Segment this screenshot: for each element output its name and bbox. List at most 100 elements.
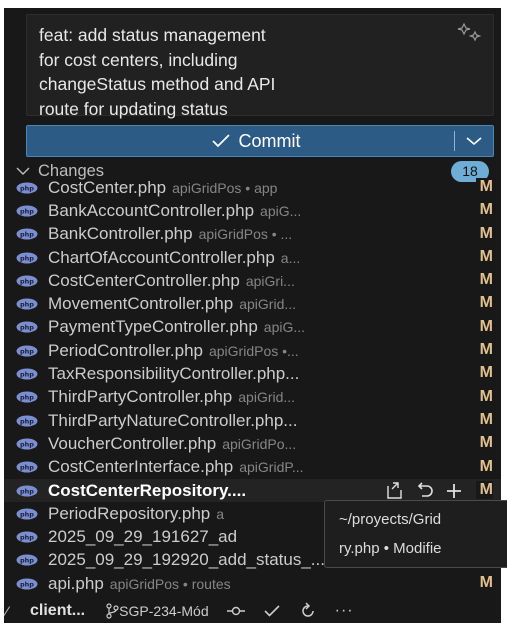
svg-text:php: php <box>20 231 34 239</box>
svg-text:php: php <box>20 277 34 285</box>
modified-status: M <box>475 364 493 383</box>
file-name: BankAccountController.php <box>48 200 255 220</box>
file-name: MovementController.php <box>48 294 234 314</box>
changed-file-row[interactable]: php VoucherController.php apiGridPo... M <box>4 432 501 455</box>
file-name: 2025_09_29_191627_ad <box>48 527 238 547</box>
modified-status: M <box>475 480 493 499</box>
stage-plus-icon[interactable] <box>445 482 463 500</box>
commit-message-text[interactable]: feat: add status management for cost cen… <box>39 23 429 121</box>
graph-icon[interactable] <box>226 605 245 617</box>
svg-text:php: php <box>20 184 34 192</box>
file-name: VoucherController.php <box>48 433 217 453</box>
modified-status: M <box>475 457 493 476</box>
commit-button-label: Commit <box>238 130 301 151</box>
changed-file-row[interactable]: php CostCenterInterface.php apiGridP... M <box>4 456 501 479</box>
check-icon[interactable] <box>263 604 281 618</box>
commit-message-line: changeStatus method and API <box>39 74 276 94</box>
php-file-icon: php <box>16 461 38 473</box>
changed-file-row[interactable]: php TaxResponsibilityController.php... M <box>4 362 501 385</box>
file-name: PeriodController.php <box>48 340 203 360</box>
changed-file-row[interactable]: php CostCenter.php apiGridPos • app M <box>4 176 501 199</box>
svg-text:php: php <box>20 557 34 565</box>
more-actions-icon[interactable]: ··· <box>335 602 354 620</box>
file-description: apiGridPos • routes <box>109 575 231 592</box>
changed-file-row[interactable]: php PeriodController.php apiGridPos •... M <box>4 339 501 362</box>
changed-file-row[interactable]: php ThirdPartyNatureController.php... M <box>4 409 501 432</box>
file-name: PeriodRepository.php <box>48 503 211 523</box>
modified-status: M <box>475 294 493 313</box>
svg-text:php: php <box>20 324 34 332</box>
chevron-down-icon <box>16 167 30 175</box>
svg-text:php: php <box>20 347 34 355</box>
sparkle-icon[interactable] <box>457 21 485 43</box>
svg-text:php: php <box>20 394 34 402</box>
project-name[interactable]: client... <box>30 602 85 620</box>
changed-file-row[interactable]: php CostCenterController.php apiGri... M <box>4 269 501 292</box>
check-icon <box>211 134 230 148</box>
chevron-left-icon: ⁄ <box>6 602 9 619</box>
file-description: a <box>216 505 225 522</box>
status-bar: ⁄ client... SGP-234-Mód ··· <box>4 598 501 623</box>
commit-main-action[interactable]: Commit <box>27 126 454 156</box>
svg-text:php: php <box>20 580 34 588</box>
changed-file-row[interactable]: php BankController.php apiGridPos • ... M <box>4 223 501 246</box>
branch-indicator[interactable]: SGP-234-Mód <box>105 602 209 619</box>
changed-file-row[interactable]: php ChartOfAccountController.php a... M <box>4 246 501 269</box>
changed-file-row[interactable]: php ThirdPartyController.php apiGrid... M <box>4 386 501 409</box>
modified-status: M <box>475 201 493 220</box>
modified-status: M <box>475 410 493 429</box>
file-description: apiGrid... <box>238 389 296 406</box>
php-file-icon: php <box>16 368 38 380</box>
php-file-icon: php <box>16 275 38 287</box>
commit-message-line: for cost centers, including <box>39 49 238 70</box>
modified-status: M <box>475 271 493 290</box>
changed-file-row[interactable]: php CostCenterRepository.... M <box>4 478 501 503</box>
open-file-icon[interactable] <box>385 481 405 500</box>
commit-button[interactable]: Commit <box>26 125 494 157</box>
discard-icon[interactable] <box>415 481 435 500</box>
php-file-icon: php <box>16 345 38 357</box>
modified-status: M <box>475 178 493 196</box>
php-file-icon: php <box>16 252 38 264</box>
file-description: apiGridPo... <box>222 435 297 452</box>
changed-file-row[interactable]: php BankAccountController.php apiG... M <box>4 199 501 222</box>
chevron-down-icon <box>466 137 482 146</box>
svg-text:php: php <box>20 510 34 518</box>
php-file-icon: php <box>16 438 38 450</box>
commit-message-input[interactable]: feat: add status management for cost cen… <box>26 14 494 119</box>
modified-status: M <box>475 317 493 336</box>
file-row-actions <box>379 478 463 503</box>
php-file-icon: php <box>16 485 38 496</box>
file-description: apiGridPos •... <box>208 342 299 359</box>
modified-status: M <box>475 341 493 360</box>
file-name: ThirdPartyController.php <box>48 387 233 407</box>
php-file-icon: php <box>16 554 38 566</box>
svg-text:php: php <box>20 440 34 448</box>
modified-status: M <box>475 574 493 593</box>
changed-file-row[interactable]: php PaymentTypeController.php apiG... M <box>4 316 501 339</box>
changed-file-row[interactable]: php MovementController.php apiGrid... M <box>4 292 501 315</box>
php-file-icon: php <box>16 531 38 543</box>
svg-text:php: php <box>20 254 34 262</box>
file-description: a... <box>280 249 301 266</box>
commit-dropdown-button[interactable] <box>455 126 493 156</box>
tooltip-path: ~/proyects/Grid <box>339 511 442 528</box>
file-path-tooltip: ~/proyects/Grid ry.php • Modifie <box>324 500 507 568</box>
php-file-icon: php <box>16 321 38 333</box>
file-name: BankController.php <box>48 224 193 244</box>
svg-text:php: php <box>20 300 34 308</box>
svg-text:php: php <box>20 370 34 378</box>
refresh-icon[interactable] <box>299 601 317 620</box>
branch-name: SGP-234-Mód <box>119 602 209 619</box>
php-file-icon: php <box>16 578 38 590</box>
file-name: 2025_09_29_192920_add_status_... <box>48 550 325 570</box>
file-description: apiG... <box>263 319 306 336</box>
changed-file-row[interactable]: php api.php apiGridPos • routes M <box>4 572 501 595</box>
file-name: CostCenterRepository.... <box>48 480 247 500</box>
file-name: api.php <box>48 573 104 593</box>
branch-icon <box>106 602 119 619</box>
file-description: apiG... <box>260 202 302 219</box>
file-description: apiGridPos • app <box>172 179 278 196</box>
file-description: apiGridP... <box>239 459 304 476</box>
php-file-icon: php <box>16 508 38 520</box>
